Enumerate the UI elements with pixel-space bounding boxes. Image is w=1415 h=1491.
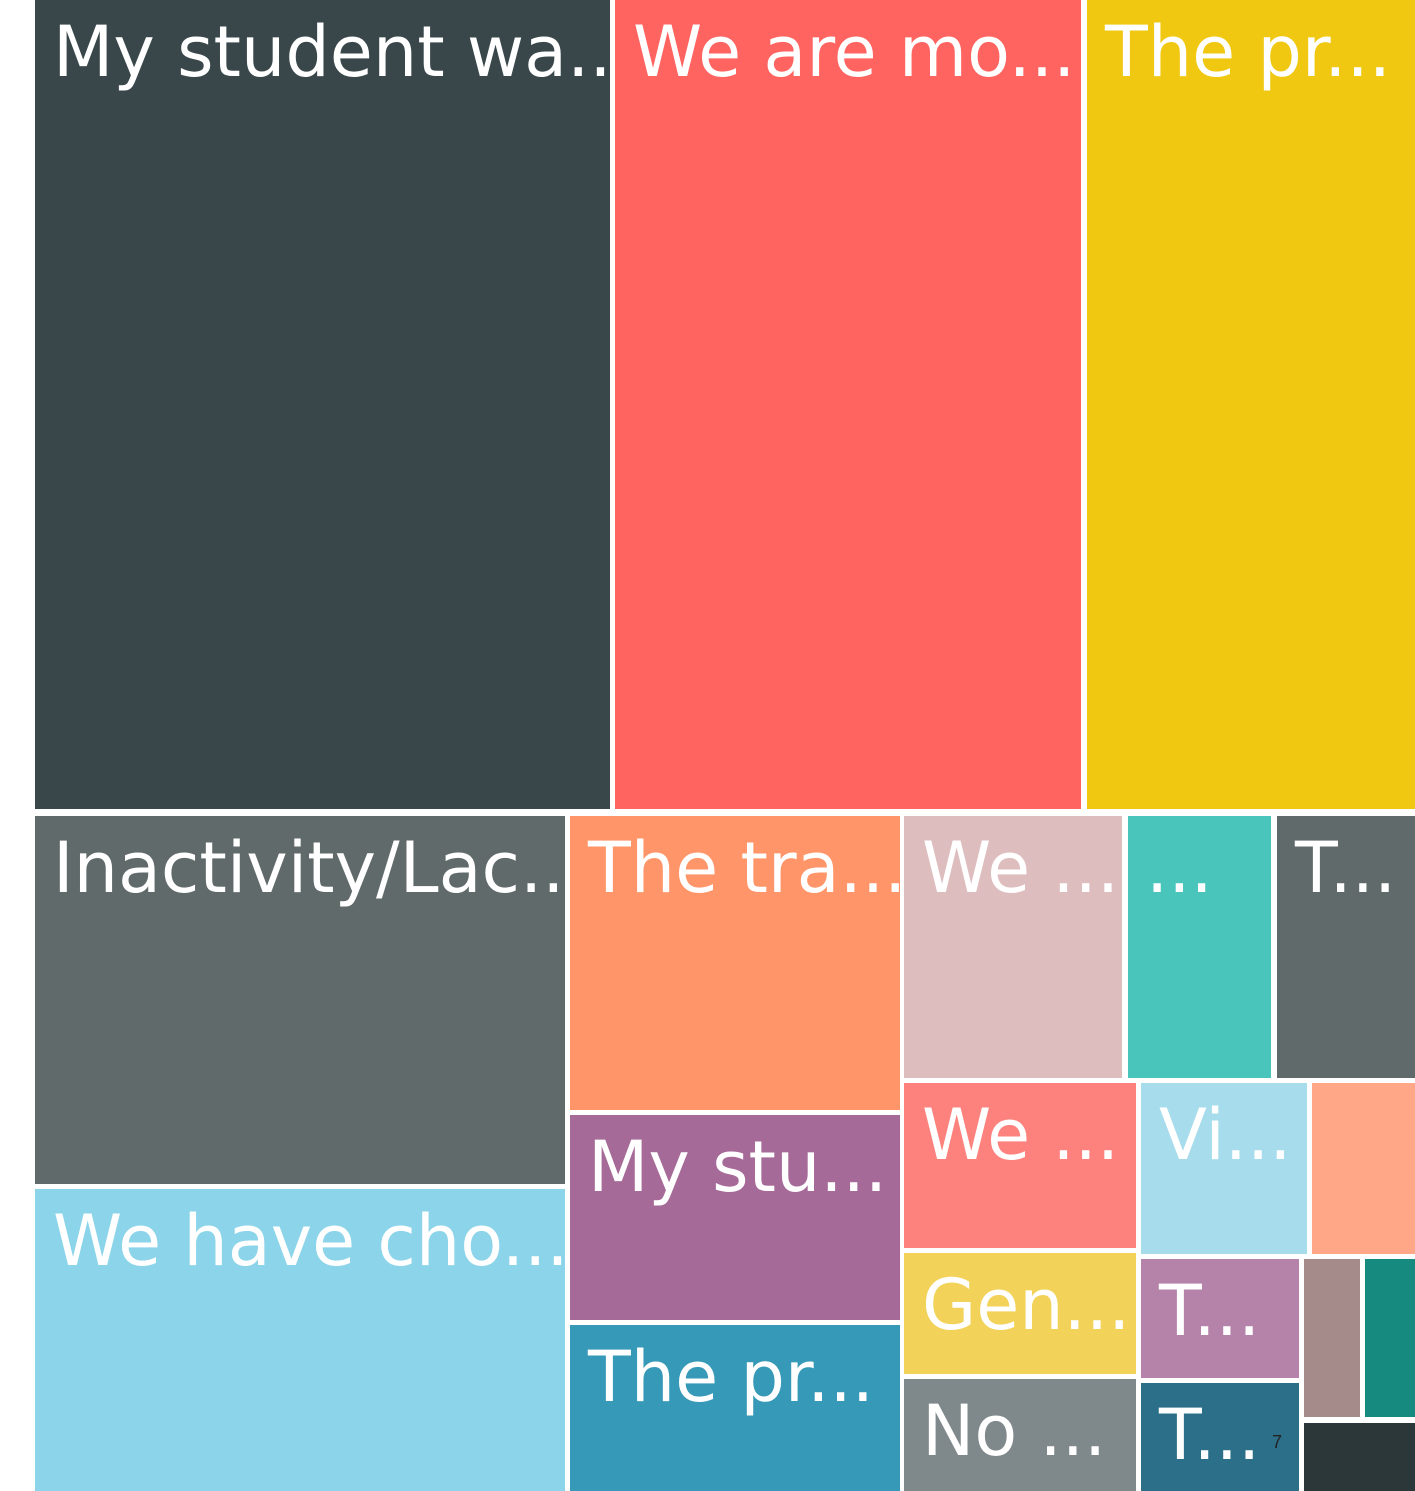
treemap-tile[interactable]: Gen... xyxy=(904,1253,1136,1374)
treemap-tile-label: The pr... xyxy=(588,1336,874,1418)
treemap-tile[interactable]: My stu... xyxy=(570,1115,900,1320)
treemap-tile-label: The pr... xyxy=(1105,11,1391,93)
treemap-tile-label: ... xyxy=(1146,827,1213,909)
treemap-tile-label: My stu... xyxy=(588,1126,888,1208)
treemap-tile[interactable]: We ... xyxy=(904,1083,1136,1248)
treemap-tile[interactable]: The pr... xyxy=(570,1325,900,1491)
treemap-tile[interactable]: We ... xyxy=(904,816,1122,1078)
treemap-tile-label: The tra... xyxy=(588,827,900,909)
treemap-tile[interactable]: ... xyxy=(1128,816,1271,1078)
treemap-tile-label: My student wa... xyxy=(53,11,610,93)
page-number: 7 xyxy=(1272,1432,1283,1452)
treemap-tile[interactable]: We are mo... xyxy=(615,0,1081,809)
treemap-tile[interactable]: The tra... xyxy=(570,816,900,1110)
treemap-tile[interactable] xyxy=(1365,1259,1415,1417)
treemap-tile[interactable]: We have cho... xyxy=(35,1189,565,1491)
treemap-tile[interactable] xyxy=(1312,1083,1415,1254)
treemap-tile[interactable] xyxy=(1304,1259,1360,1417)
treemap-chart: My student wa... We are mo... The pr... Ina… xyxy=(35,0,1415,1491)
treemap-tile[interactable]: Inactivity/Lac... xyxy=(35,816,565,1184)
treemap-tile-label: Gen... xyxy=(922,1264,1131,1346)
treemap-tile-label: We ... xyxy=(922,827,1120,909)
treemap-tile-label: No ... xyxy=(922,1390,1107,1472)
treemap-tile[interactable] xyxy=(1304,1423,1415,1491)
treemap-tile-label: Inactivity/Lac... xyxy=(53,827,565,909)
treemap-tile-label: T... xyxy=(1159,1270,1261,1352)
treemap-tile[interactable]: T... xyxy=(1141,1259,1299,1378)
treemap-tile-label: We are mo... xyxy=(633,11,1076,93)
treemap-tile-label: We ... xyxy=(922,1094,1120,1176)
treemap-tile-label: T... xyxy=(1295,827,1397,909)
treemap-tile-label: Vi... xyxy=(1159,1094,1292,1176)
treemap-tile[interactable]: Vi... xyxy=(1141,1083,1307,1254)
treemap-tile-label: We have cho... xyxy=(53,1200,565,1282)
treemap-tile-label: T... xyxy=(1159,1394,1261,1476)
treemap-tile[interactable]: No ... xyxy=(904,1379,1136,1491)
treemap-tile[interactable]: The pr... xyxy=(1087,0,1415,809)
treemap-tile[interactable]: T... xyxy=(1277,816,1415,1078)
treemap-tile[interactable]: My student wa... xyxy=(35,0,610,809)
